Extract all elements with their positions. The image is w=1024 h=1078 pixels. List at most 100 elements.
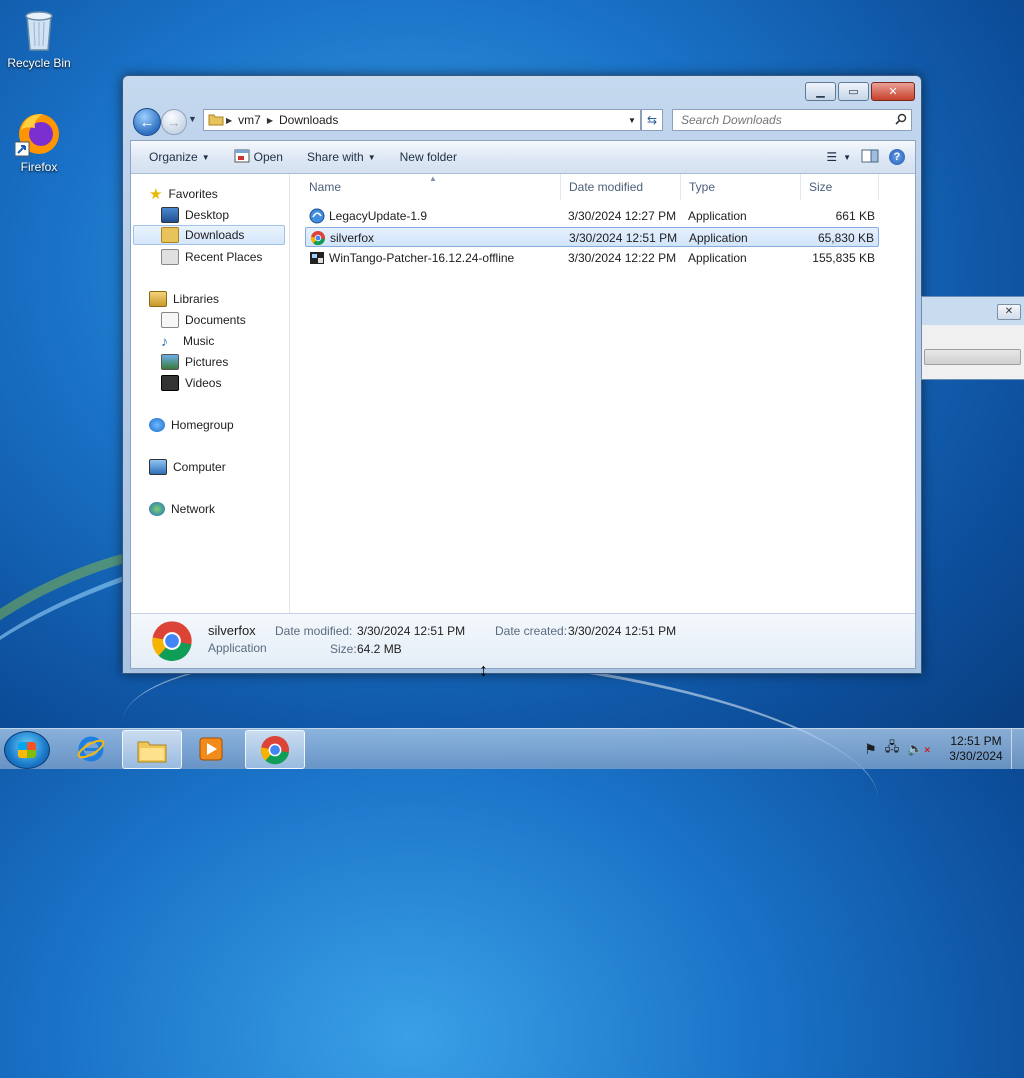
- help-button[interactable]: ?: [889, 149, 905, 165]
- taskbar-internet-explorer[interactable]: [62, 730, 120, 767]
- chrome-icon: [260, 735, 290, 764]
- wintango-icon: [310, 252, 324, 264]
- details-pane: silverfox Application Date modified: 3/3…: [131, 613, 915, 668]
- breadcrumb-downloads[interactable]: Downloads: [275, 113, 342, 127]
- share-with-label: Share with: [306, 150, 364, 164]
- recycle-bin-icon: [15, 6, 63, 54]
- details-file-name: silverfox: [208, 623, 256, 638]
- nav-libraries[interactable]: Libraries: [149, 289, 219, 309]
- recent-pages-dropdown[interactable]: ▼: [188, 114, 197, 124]
- network-tray-icon[interactable]: 🖧: [885, 738, 900, 760]
- nav-label: Downloads: [185, 228, 245, 242]
- taskbar-chrome[interactable]: [245, 730, 305, 769]
- music-icon: ♪: [161, 333, 168, 349]
- help-icon: ?: [893, 151, 901, 163]
- clock[interactable]: 12:51 PM 3/30/2024: [941, 734, 1011, 764]
- nav-desktop[interactable]: Desktop: [161, 205, 229, 225]
- table-row[interactable]: LegacyUpdate-1.9 3/30/2024 12:27 PM Appl…: [305, 206, 879, 226]
- nav-favorites[interactable]: ★ Favorites: [149, 184, 218, 204]
- breadcrumb-vm7[interactable]: vm7: [234, 113, 265, 127]
- table-row[interactable]: silverfox 3/30/2024 12:51 PM Application…: [305, 227, 879, 247]
- share-with-button[interactable]: Share with ▼: [295, 150, 388, 164]
- file-size: 65,830 KB: [817, 231, 874, 245]
- windows-logo-icon: [18, 742, 36, 758]
- address-dropdown-icon[interactable]: ▼: [624, 116, 640, 125]
- background-window[interactable]: ✕: [921, 296, 1024, 380]
- column-label: Size: [809, 180, 833, 194]
- nav-network[interactable]: Network: [149, 499, 215, 519]
- nav-homegroup[interactable]: Homegroup: [149, 415, 234, 435]
- taskbar: ⚑ 🖧 🔈✕ 12:51 PM 3/30/2024: [0, 728, 1024, 769]
- file-size: 155,835 KB: [812, 251, 875, 265]
- taskbar-media-player[interactable]: [182, 730, 240, 767]
- nav-music[interactable]: ♪ Music: [161, 331, 214, 351]
- media-player-icon: [199, 737, 223, 760]
- internet-explorer-icon: [77, 736, 105, 761]
- column-header-date-modified[interactable]: Date modified: [561, 174, 681, 200]
- close-button[interactable]: ✕: [997, 304, 1021, 320]
- search-box[interactable]: [672, 109, 912, 131]
- back-button[interactable]: ←: [133, 108, 161, 136]
- details-date-created: 3/30/2024 12:51 PM: [568, 624, 677, 638]
- file-type: Application: [689, 231, 748, 245]
- taskbar-windows-explorer[interactable]: [122, 730, 182, 769]
- breadcrumb-separator-icon[interactable]: ▶: [265, 116, 275, 125]
- column-header-type[interactable]: Type: [681, 174, 801, 200]
- minimize-button[interactable]: ▁: [805, 82, 836, 101]
- nav-pictures[interactable]: Pictures: [161, 352, 228, 372]
- file-name: silverfox: [330, 231, 375, 245]
- nav-label: Documents: [185, 313, 246, 327]
- chevron-down-icon: ▼: [843, 152, 851, 162]
- chrome-icon: [310, 231, 325, 246]
- progress-bar: [924, 349, 1021, 365]
- address-bar[interactable]: ▶ vm7 ▶ Downloads ▼: [203, 109, 641, 131]
- preview-pane-button[interactable]: [861, 149, 879, 166]
- desktop-icon-label: Recycle Bin: [7, 56, 71, 70]
- system-tray: ⚑ 🖧 🔈✕ 12:51 PM 3/30/2024: [864, 729, 1024, 769]
- nav-label: Computer: [173, 460, 226, 474]
- new-folder-button[interactable]: New folder: [388, 150, 469, 164]
- refresh-icon: ⇆: [646, 113, 658, 127]
- background-window-body: [922, 325, 1024, 379]
- show-desktop-button[interactable]: [1011, 729, 1024, 769]
- legacy-update-icon: [309, 208, 325, 224]
- breadcrumb-separator-icon[interactable]: ▶: [224, 116, 234, 125]
- refresh-button[interactable]: ⇆: [641, 109, 663, 131]
- explorer-window[interactable]: ▁ ▭ ✕ ← → ▼ ▶ vm7 ▶ Downloads ▼ ⇆ Organ: [122, 75, 922, 674]
- pictures-icon: [161, 354, 179, 370]
- organize-button[interactable]: Organize ▼: [131, 150, 222, 164]
- new-folder-label: New folder: [399, 150, 457, 164]
- maximize-button[interactable]: ▭: [838, 82, 869, 101]
- nav-computer[interactable]: Computer: [149, 457, 226, 477]
- desktop-icon-firefox[interactable]: Firefox: [1, 110, 77, 174]
- clock-time: 12:51 PM: [950, 734, 1002, 748]
- desktop-icon-label: Firefox: [20, 160, 58, 174]
- caption-buttons: ▁ ▭ ✕: [805, 82, 915, 101]
- action-center-flag-icon[interactable]: ⚑: [864, 741, 877, 758]
- start-button[interactable]: [4, 731, 50, 769]
- table-row[interactable]: WinTango-Patcher-16.12.24-offline 3/30/2…: [305, 248, 879, 268]
- chevron-down-icon: ▼: [367, 152, 376, 162]
- sort-ascending-icon: ▲: [429, 174, 437, 183]
- nav-label: Recent Places: [185, 250, 263, 264]
- nav-recent-places[interactable]: Recent Places: [161, 247, 262, 267]
- search-input[interactable]: [679, 112, 888, 128]
- change-view-button[interactable]: ☰ ▼: [826, 150, 851, 164]
- volume-muted-icon[interactable]: 🔈✕: [907, 741, 931, 757]
- forward-button[interactable]: →: [161, 109, 187, 135]
- open-button[interactable]: Open: [222, 149, 295, 166]
- nav-documents[interactable]: Documents: [161, 310, 246, 330]
- close-button[interactable]: ✕: [871, 82, 915, 101]
- videos-icon: [161, 375, 179, 391]
- nav-downloads[interactable]: Downloads: [133, 225, 285, 245]
- navigation-pane: ★ Favorites Desktop Downloads Recent Pla…: [131, 174, 290, 614]
- file-type: Application: [688, 209, 747, 223]
- details-date-created-label: Date created:: [495, 624, 568, 638]
- nav-videos[interactable]: Videos: [161, 373, 221, 393]
- search-icon[interactable]: [895, 113, 907, 128]
- column-header-name[interactable]: Name ▲: [301, 174, 561, 200]
- column-header-size[interactable]: Size: [801, 174, 879, 200]
- desktop-icon-recycle-bin[interactable]: Recycle Bin: [1, 6, 77, 70]
- column-label: Date modified: [569, 180, 644, 194]
- folder-icon: [208, 112, 224, 129]
